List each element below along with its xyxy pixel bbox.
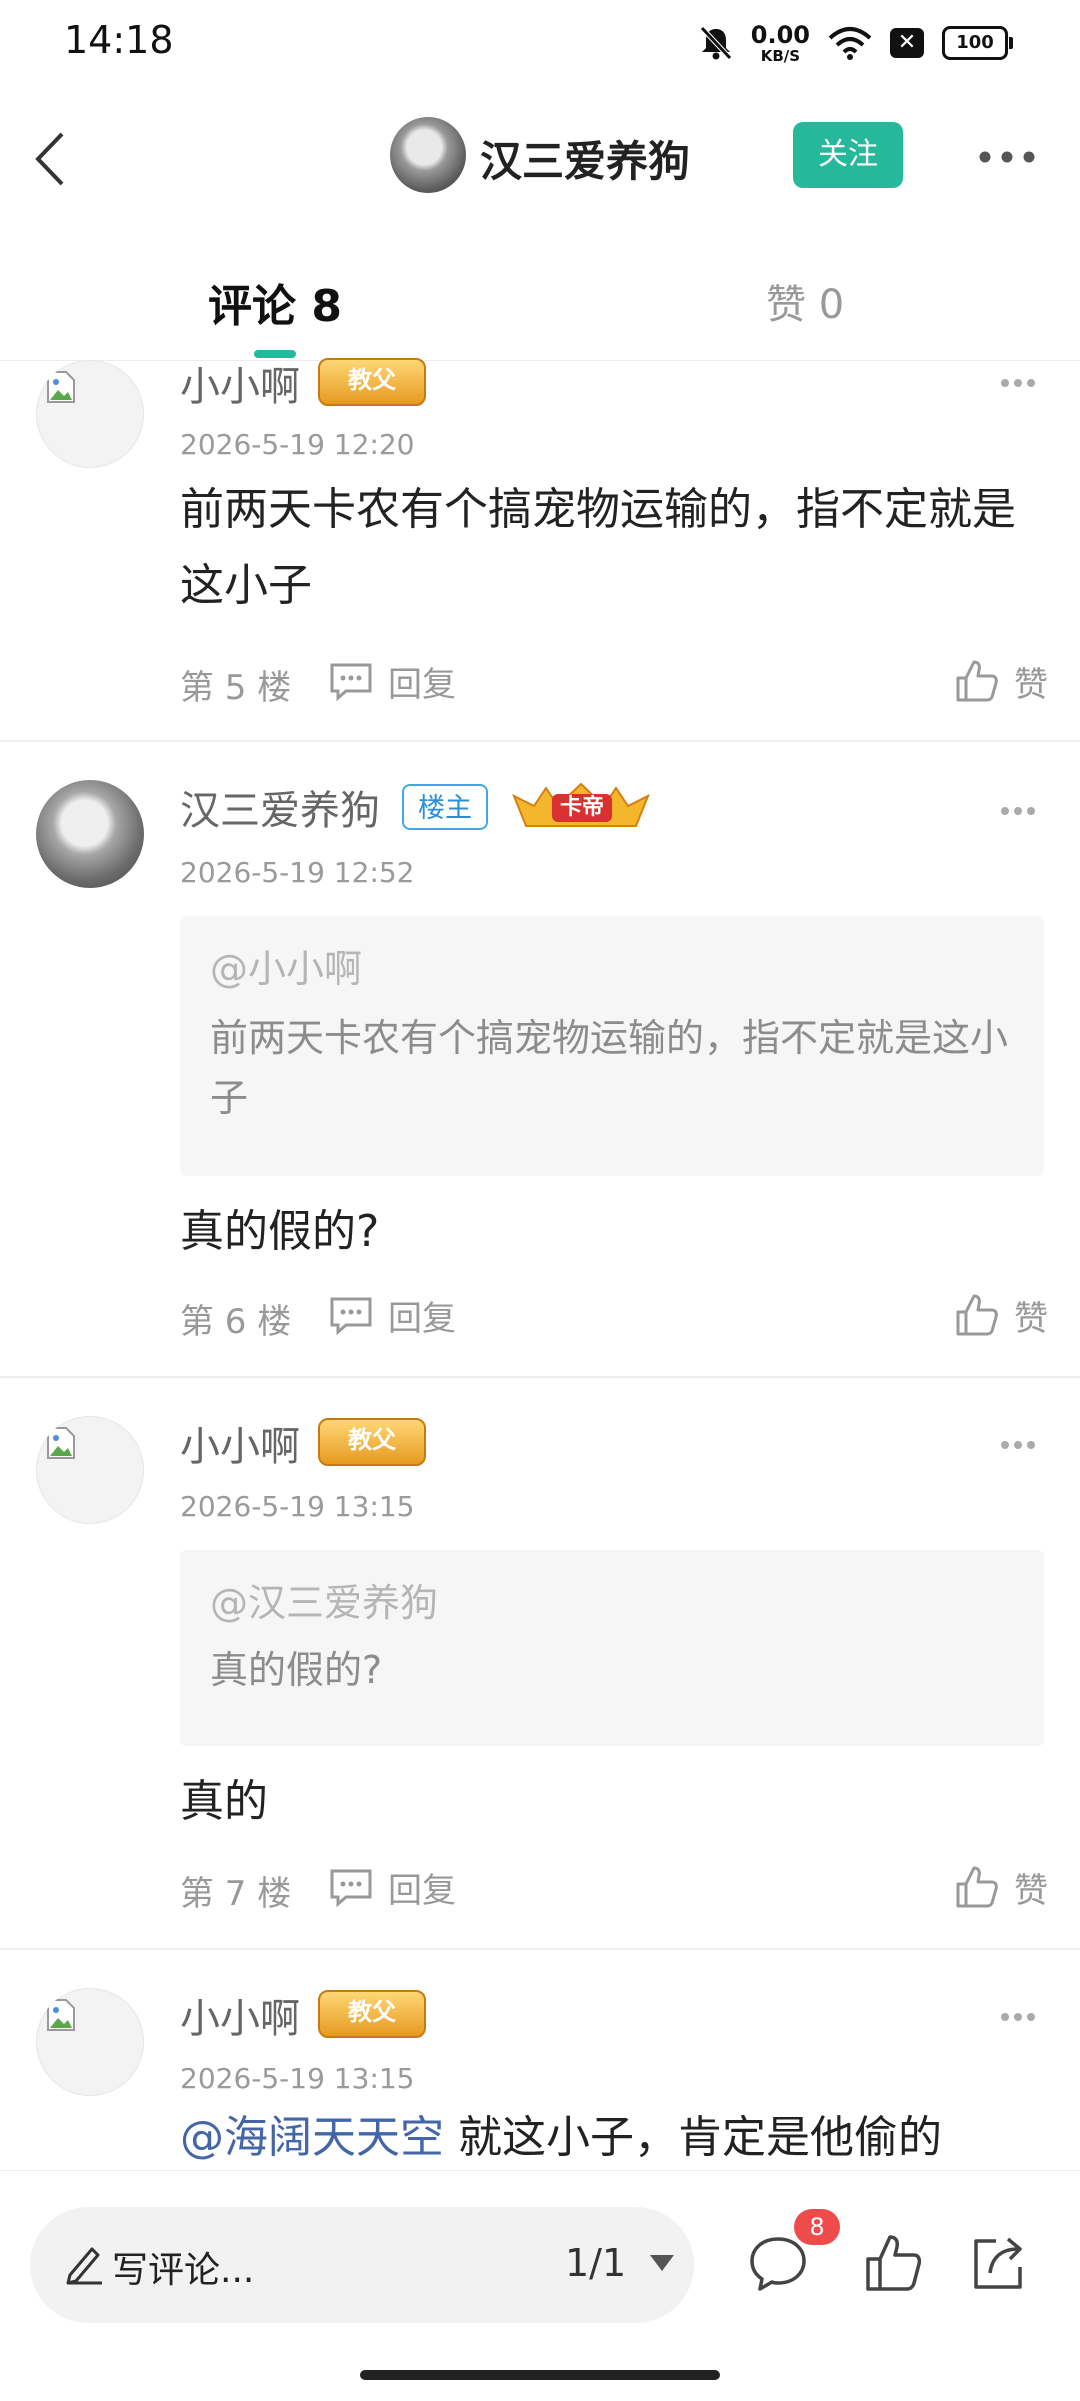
comment-item: 汉三爱养狗 楼主 卡帝 2026-5-19 12:52 @小小啊 前两天卡农有个…	[0, 742, 1080, 1378]
caret-down-icon[interactable]	[648, 2253, 676, 2273]
comment-more-icon[interactable]	[1000, 1440, 1036, 1450]
net-speed-value: 0.00	[750, 20, 810, 49]
reply-button[interactable]: 回复	[328, 1862, 456, 1912]
broken-image-icon	[47, 1427, 75, 1459]
floor-number: 第 5 楼	[180, 668, 292, 708]
like-label: 赞	[1014, 1298, 1048, 1339]
bottom-action-bar: 写评论... 1/1 8	[0, 2170, 1080, 2401]
thumbs-up-icon	[956, 1866, 998, 1908]
crown-badge-label: 卡帝	[552, 794, 612, 822]
host-badge: 楼主	[402, 784, 488, 830]
page-indicator[interactable]: 1/1	[565, 2241, 626, 2285]
crown-badge: 卡帝	[506, 782, 656, 830]
comment-count-badge: 8	[794, 2209, 840, 2245]
like-button[interactable]: 赞	[954, 1290, 1048, 1340]
comment-text: 前两天卡农有个搞宠物运输的，指不定就是这小子	[180, 484, 1016, 611]
sim-off-icon: ✕	[890, 28, 924, 58]
avatar[interactable]	[36, 780, 144, 888]
user-mention[interactable]: @海阔天天空	[180, 2112, 444, 2163]
comment-text: 真的	[180, 1776, 268, 1827]
reply-icon	[330, 1297, 372, 1335]
comment-item: 小小啊 教父 2026-5-19 13:15 @海阔天天空 就这小子，肯定是他偷…	[0, 1950, 1080, 2170]
tab-likes[interactable]: 赞 0	[766, 272, 844, 330]
comment-more-icon[interactable]	[1000, 378, 1036, 388]
reply-button[interactable]: 回复	[328, 1290, 456, 1340]
comment-footer: 第 6 楼 回复 赞	[180, 1290, 1048, 1342]
like-button[interactable]: 赞	[954, 656, 1048, 706]
commenter-name[interactable]: 汉三爱养狗	[180, 778, 380, 836]
wifi-icon	[828, 27, 872, 60]
like-label: 赞	[1014, 664, 1048, 705]
broken-image-icon	[47, 371, 75, 403]
title-badge: 教父	[318, 1418, 426, 1466]
post-header: 汉三爱养狗 关注	[0, 84, 1080, 224]
thumbs-up-icon	[956, 1294, 998, 1336]
reply-label: 回复	[388, 664, 456, 705]
quote-text: 前两天卡农有个搞宠物运输的，指不定就是这小子	[210, 1016, 1009, 1120]
like-label: 赞	[1014, 1870, 1048, 1911]
home-indicator[interactable]	[360, 2370, 720, 2380]
comment-time: 2026-5-19 13:15	[180, 1490, 415, 1523]
write-comment-placeholder: 写评论...	[112, 2250, 255, 2291]
comment-item: 小小啊 教父 2026-5-19 13:15 @汉三爱养狗 真的假的? 真的 第…	[0, 1378, 1080, 1950]
comment-more-icon[interactable]	[1000, 2012, 1036, 2022]
comment-footer: 第 7 楼 回复 赞	[180, 1862, 1048, 1914]
author-avatar[interactable]	[390, 117, 466, 193]
tab-comments[interactable]: 评论 8	[208, 270, 342, 334]
share-icon[interactable]	[966, 2231, 1030, 2295]
floor-number: 第 7 楼	[180, 1874, 292, 1914]
comment-more-icon[interactable]	[1000, 806, 1036, 816]
floor-number: 第 6 楼	[180, 1302, 292, 1342]
comment-text-body: 就这小子，肯定是他偷的	[444, 2112, 942, 2163]
broken-image-icon	[47, 1999, 75, 2031]
net-speed-unit: KB/S	[760, 46, 801, 65]
quoted-comment[interactable]: @汉三爱养狗 真的假的?	[180, 1550, 1044, 1746]
quote-text: 真的假的?	[210, 1648, 383, 1692]
quoted-comment[interactable]: @小小啊 前两天卡农有个搞宠物运输的，指不定就是这小子	[180, 916, 1044, 1176]
comment-time: 2026-5-19 12:20	[180, 428, 415, 461]
commenter-name[interactable]: 小小啊	[180, 1414, 300, 1472]
comment-time: 2026-5-19 13:15	[180, 2062, 415, 2095]
back-arrow-icon[interactable]	[28, 124, 88, 194]
avatar[interactable]	[36, 1416, 144, 1524]
write-comment-input[interactable]: 写评论... 1/1	[30, 2207, 694, 2323]
follow-button[interactable]: 关注	[793, 122, 903, 188]
battery-icon: 100	[942, 26, 1013, 60]
status-time: 14:18	[64, 18, 174, 62]
mute-bell-icon	[699, 26, 732, 60]
comment-like-tabs: 评论 8 赞 0	[0, 224, 1080, 361]
commenter-name[interactable]: 小小啊	[180, 1986, 300, 2044]
more-options-icon[interactable]	[978, 150, 1036, 164]
commenter-name[interactable]: 小小啊	[180, 354, 300, 412]
status-bar: 14:18 0.00 KB/S ✕ 100	[0, 0, 1080, 84]
quote-mention: @小小啊	[210, 947, 363, 991]
quote-mention: @汉三爱养狗	[210, 1581, 439, 1625]
reply-label: 回复	[388, 1870, 456, 1911]
comment-text: 真的假的?	[180, 1206, 380, 1257]
status-icons: 0.00 KB/S ✕ 100	[699, 22, 1013, 64]
avatar[interactable]	[36, 360, 144, 468]
comment-item: 小小啊 教父 2026-5-19 12:20 前两天卡农有个搞宠物运输的，指不定…	[0, 358, 1080, 742]
reply-icon	[330, 1869, 372, 1907]
title-badge: 教父	[318, 1990, 426, 2038]
avatar[interactable]	[36, 1988, 144, 2096]
like-button[interactable]: 赞	[954, 1862, 1048, 1912]
pencil-icon	[66, 2247, 102, 2285]
thumbs-up-icon	[956, 660, 998, 702]
reply-icon	[330, 663, 372, 701]
title-badge: 教父	[318, 358, 426, 406]
comment-footer: 第 5 楼 回复 赞	[180, 656, 1048, 708]
comment-time: 2026-5-19 12:52	[180, 856, 415, 889]
author-name[interactable]: 汉三爱养狗	[480, 128, 690, 189]
net-speed: 0.00 KB/S	[751, 23, 810, 64]
reply-label: 回复	[388, 1298, 456, 1339]
reply-button[interactable]: 回复	[328, 656, 456, 706]
thumbs-up-icon[interactable]	[862, 2231, 926, 2295]
comment-text: @海阔天天空 就这小子，肯定是他偷的	[180, 2100, 1050, 2170]
